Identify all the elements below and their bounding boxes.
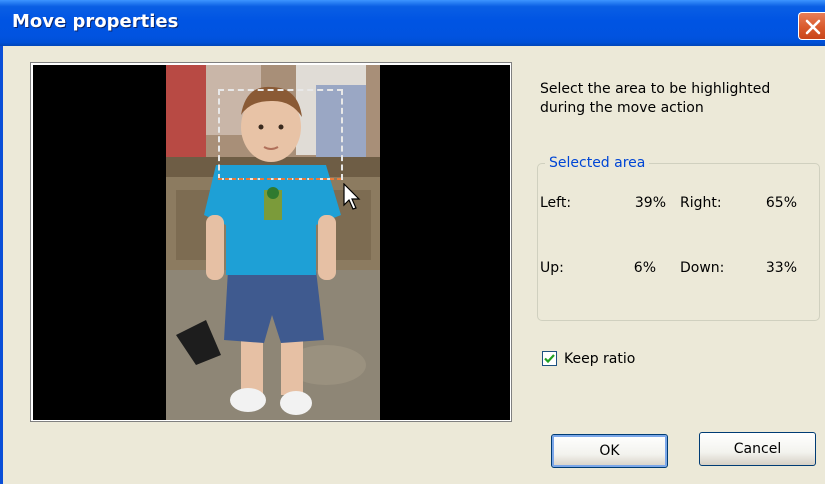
down-label: Down:: [680, 260, 725, 276]
checkmark-icon: [544, 354, 555, 364]
mouse-pointer-icon: [343, 183, 361, 210]
selected-area-title: Selected area: [545, 155, 650, 171]
close-icon: [805, 19, 821, 35]
instruction-text: Select the area to be highlighted during…: [540, 81, 771, 116]
right-value: 65%: [765, 195, 797, 211]
left-label: Left:: [540, 195, 572, 211]
left-value: 39%: [634, 195, 666, 211]
right-label: Right:: [680, 195, 722, 211]
selection-rectangle[interactable]: [218, 89, 343, 180]
close-button[interactable]: [798, 12, 825, 40]
keep-ratio-label[interactable]: Keep ratio: [564, 351, 635, 367]
window-title: Move properties: [12, 11, 179, 32]
up-label: Up:: [540, 260, 564, 276]
ok-button[interactable]: OK: [551, 434, 668, 468]
keep-ratio-checkbox[interactable]: [542, 351, 557, 366]
selection-edge-marker: [218, 178, 343, 180]
selected-area-group: [537, 163, 820, 321]
cancel-button[interactable]: Cancel: [699, 432, 816, 466]
up-value: 6%: [633, 260, 656, 276]
down-value: 33%: [765, 260, 797, 276]
title-bar[interactable]: Move properties: [0, 0, 825, 46]
window-border: [0, 46, 3, 484]
image-preview[interactable]: [33, 65, 510, 420]
